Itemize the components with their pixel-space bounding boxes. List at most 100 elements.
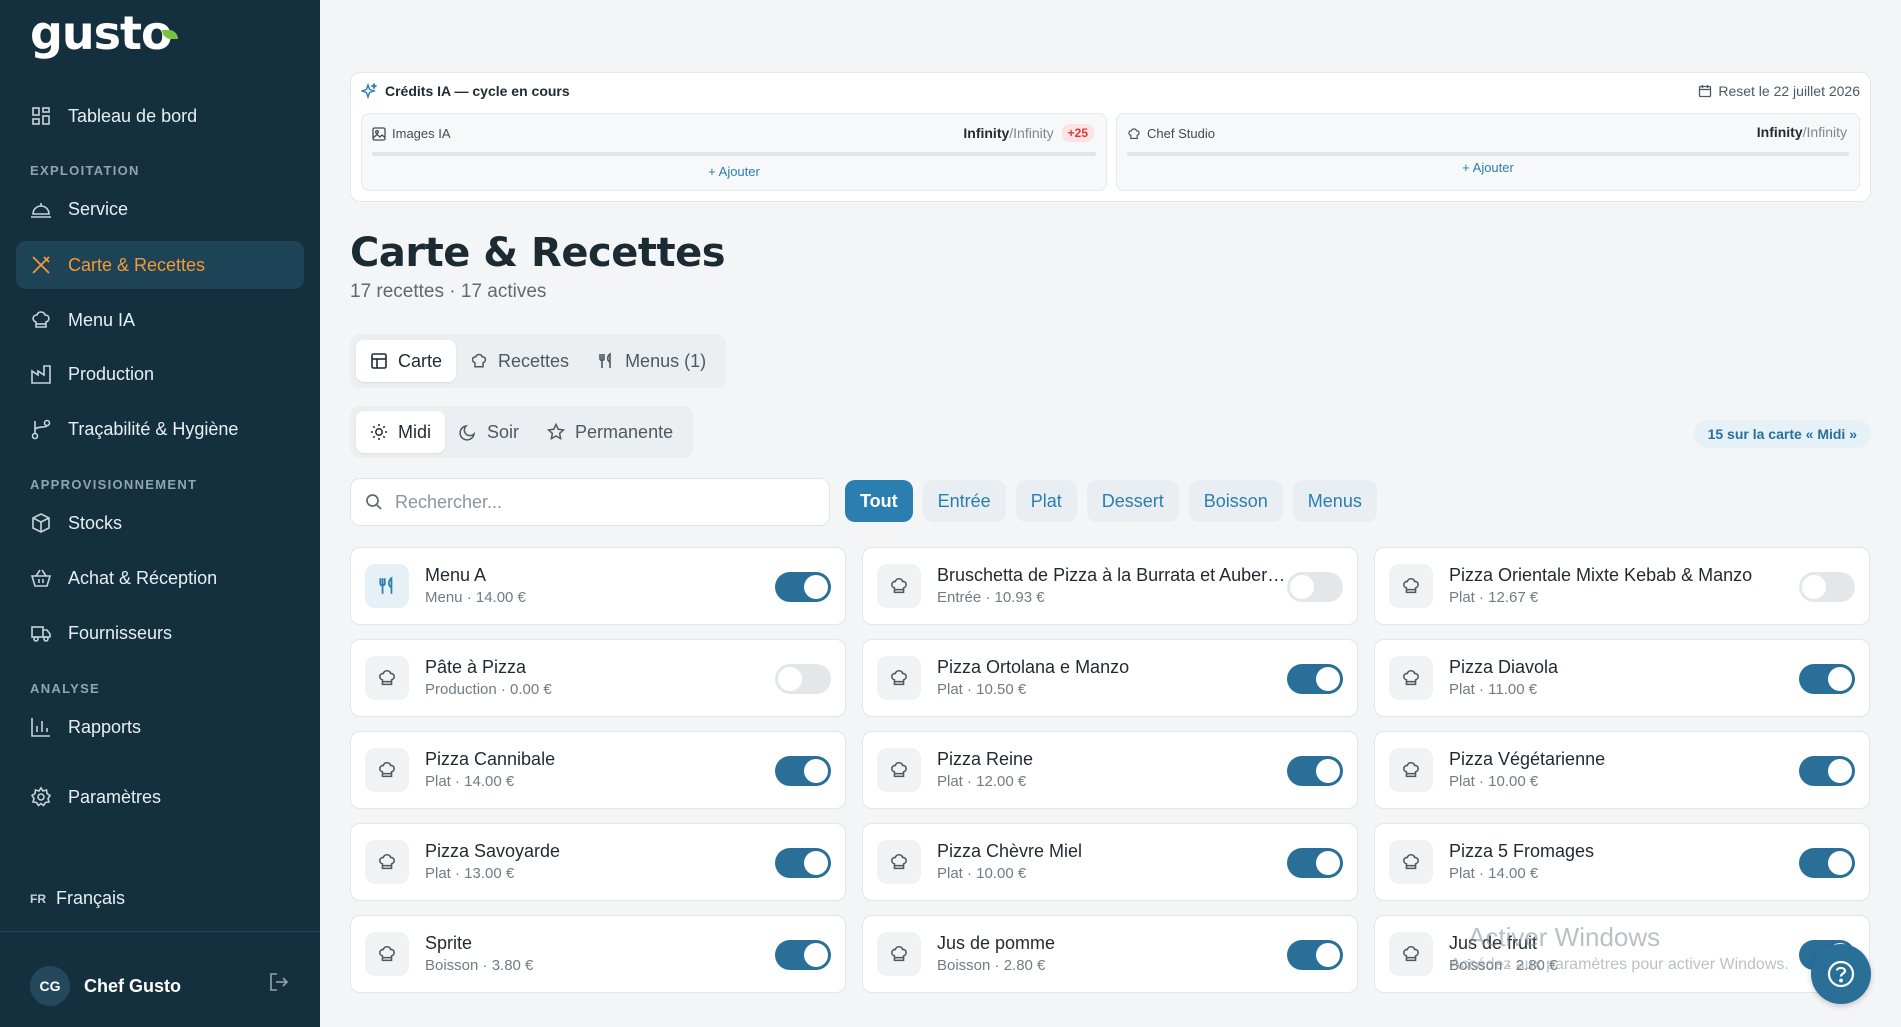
page-subtitle: 17 recettes · 17 actives [350,281,547,302]
filter-boisson[interactable]: Boisson [1188,480,1283,522]
active-toggle[interactable] [775,848,831,878]
sidebar-item-fournisseurs[interactable]: Fournisseurs [16,609,304,657]
user-profile[interactable]: CG Chef Gusto [30,966,181,1006]
service-period-tabs: Midi Soir Permanente [350,406,694,458]
active-toggle[interactable] [775,572,831,602]
package-icon [30,512,52,534]
sidebar-item-service[interactable]: Service [16,185,304,233]
filter-entree[interactable]: Entrée [922,480,1006,522]
recipe-card[interactable]: Pizza Ortolana e Manzo Plat · 10.50 € [862,639,1358,717]
sidebar-item-carte-recettes[interactable]: Carte & Recettes [16,241,304,289]
logout-icon[interactable] [268,972,290,997]
cloche-icon [30,198,52,220]
search-placeholder: Rechercher... [395,491,503,512]
search-input[interactable]: Rechercher... [350,478,830,526]
gusto-logo[interactable]: gusto [30,6,173,60]
sidebar-item-label: Traçabilité & Hygiène [68,418,239,439]
tab-carte[interactable]: Carte [356,340,457,382]
recipe-card[interactable]: Pizza Savoyarde Plat · 13.00 € [350,823,846,901]
chef-hat-icon [1389,840,1433,884]
active-toggle[interactable] [775,664,831,694]
sidebar-item-production[interactable]: Production [16,350,304,398]
active-toggle[interactable] [1799,572,1855,602]
recipe-card[interactable]: Pizza Diavola Plat · 11.00 € [1374,639,1870,717]
recipe-meta: Menu · 14.00 € [425,589,526,606]
sidebar: gusto Tableau de bord EXPLOITATION Servi… [0,0,320,1027]
recipe-card[interactable]: Pizza Orientale Mixte Kebab & Manzo Plat … [1374,547,1870,625]
recipe-meta: Plat · 14.00 € [1449,865,1539,882]
recipe-card[interactable]: Menu A Menu · 14.00 € [350,547,846,625]
language-label: Français [56,888,126,908]
help-circle-icon [1827,960,1855,988]
recipe-card[interactable]: Pizza Chèvre Miel Plat · 10.00 € [862,823,1358,901]
sidebar-item-tracabilite[interactable]: Traçabilité & Hygiène [16,405,304,453]
sidebar-item-dashboard[interactable]: Tableau de bord [16,92,304,140]
avatar: CG [30,966,70,1006]
recipe-name: Pizza Cannibale [425,749,556,769]
sidebar-item-label: Tableau de bord [68,105,198,126]
sidebar-item-rapports[interactable]: Rapports [16,703,304,751]
chef-hat-icon [471,353,487,368]
add-credits-button[interactable]: + Ajouter [1117,160,1859,175]
tab-permanente[interactable]: Permanente [533,411,687,453]
credit-bonus-badge: +25 [1061,124,1094,142]
recipe-card[interactable]: Pâte à Pizza Production · 0.00 € [350,639,846,717]
filter-menus[interactable]: Menus [1292,480,1377,522]
active-toggle[interactable] [1287,940,1343,970]
filter-plat[interactable]: Plat [1015,480,1077,522]
recipe-card[interactable]: Pizza Reine Plat · 12.00 € [862,731,1358,809]
credits-reset-date: Reset le 22 juillet 2026 [1698,83,1860,99]
credit-name: Chef Studio [1147,126,1215,141]
active-toggle[interactable] [1287,572,1343,602]
sidebar-item-achat[interactable]: Achat & Réception [16,554,304,602]
chef-hat-icon [365,656,409,700]
active-toggle[interactable] [1799,848,1855,878]
image-icon [372,126,386,141]
language-code: FR [30,891,46,906]
sidebar-item-menu-ia[interactable]: Menu IA [16,296,304,344]
help-button[interactable] [1811,944,1871,1004]
recipe-card[interactable]: Jus de pomme Boisson · 2.80 € [862,915,1358,993]
recipe-name: Pizza Ortolana e Manzo [937,657,1130,677]
credit-progress-bar [372,152,1096,156]
recipe-meta: Plat · 11.00 € [1449,681,1538,698]
chef-hat-icon [1389,748,1433,792]
recipe-card[interactable]: Pizza Cannibale Plat · 14.00 € [350,731,846,809]
chef-hat-icon [365,748,409,792]
recipe-meta: Plat · 13.00 € [425,865,515,882]
recipe-name: Pizza 5 Fromages [1449,841,1595,861]
language-selector[interactable]: FR Français [30,888,125,909]
basket-icon [30,567,52,589]
tab-midi[interactable]: Midi [356,411,446,453]
utensils-crossed-icon [30,254,52,276]
active-toggle[interactable] [775,940,831,970]
add-credits-button[interactable]: + Ajouter [362,164,1106,179]
credit-box-chef-studio: Chef Studio Infinity/Infinity + Ajouter [1116,113,1860,191]
sun-icon [371,424,387,440]
sidebar-item-label: Achat & Réception [68,567,218,588]
gear-icon [30,786,52,808]
filter-dessert[interactable]: Dessert [1086,480,1179,522]
windows-activation-watermark: Activer Windows [1468,922,1661,952]
recipe-card[interactable]: Bruschetta de Pizza à la Burrata et Aube… [862,547,1358,625]
active-toggle[interactable] [1287,664,1343,694]
section-analyse: ANALYSE [30,681,101,696]
sidebar-item-stocks[interactable]: Stocks [16,499,304,547]
recipe-meta: Plat · 10.50 € [937,681,1027,698]
recipe-card[interactable]: Pizza 5 Fromages Plat · 14.00 € [1374,823,1870,901]
layout-icon [371,353,387,369]
tab-soir[interactable]: Soir [445,411,533,453]
section-exploitation: EXPLOITATION [30,163,140,178]
active-toggle[interactable] [1799,756,1855,786]
bar-chart-icon [30,716,52,738]
active-toggle[interactable] [1287,756,1343,786]
sidebar-item-parametres[interactable]: Paramètres [16,773,304,821]
active-toggle[interactable] [1287,848,1343,878]
active-toggle[interactable] [1799,664,1855,694]
tab-menus[interactable]: Menus (1) [583,340,720,382]
tab-recettes[interactable]: Recettes [456,340,583,382]
active-toggle[interactable] [775,756,831,786]
recipe-card[interactable]: Sprite Boisson · 3.80 € [350,915,846,993]
recipe-card[interactable]: Pizza Végétarienne Plat · 10.00 € [1374,731,1870,809]
filter-tout[interactable]: Tout [845,480,913,522]
